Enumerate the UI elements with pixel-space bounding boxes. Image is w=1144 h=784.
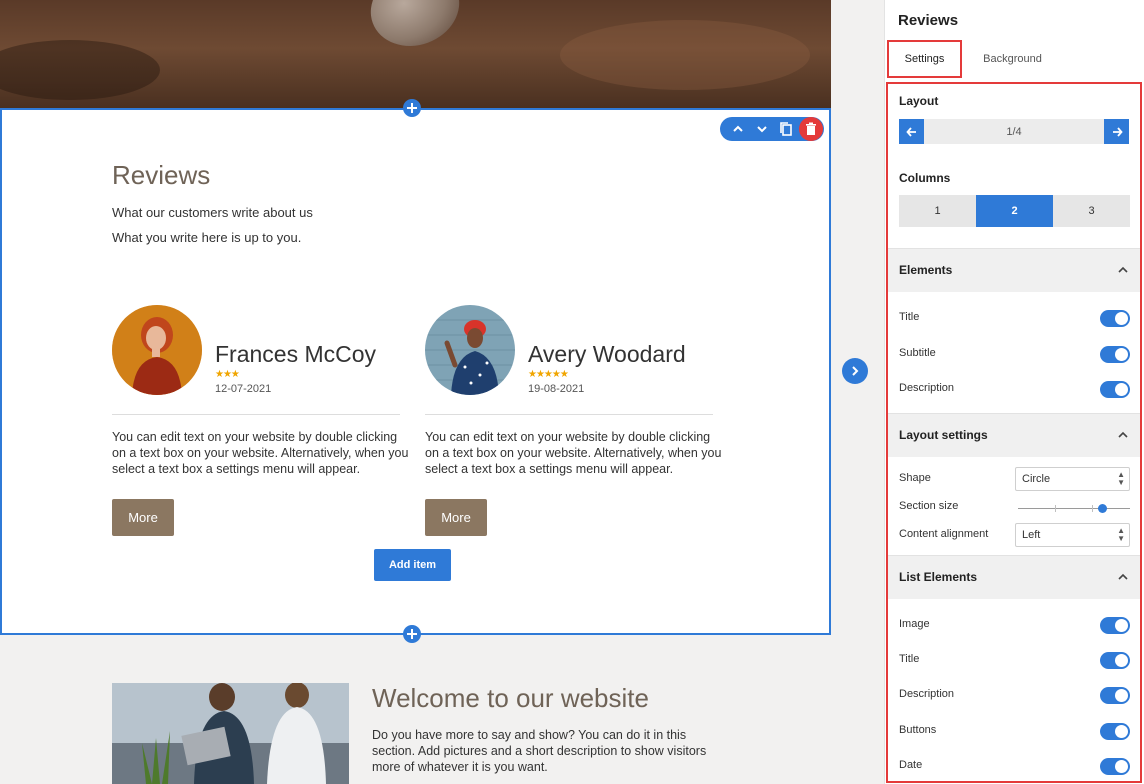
- panel-title: Reviews: [898, 12, 959, 29]
- plus-icon: [407, 103, 417, 113]
- toggle-label: Description: [899, 382, 955, 394]
- elements-label: Elements: [899, 263, 953, 277]
- list-title-toggle[interactable]: [1100, 652, 1130, 669]
- editor-canvas: Reviews What our customers write about u…: [0, 0, 831, 784]
- tab-settings[interactable]: Settings: [887, 40, 962, 78]
- elements-header[interactable]: Elements: [888, 248, 1140, 292]
- alignment-label: Content alignment: [899, 528, 989, 540]
- layout-pager: 1/4: [899, 119, 1129, 144]
- collapse-panel-button[interactable]: [842, 358, 868, 384]
- move-up-button[interactable]: [726, 117, 750, 141]
- arrow-left-icon: [905, 126, 916, 137]
- section-size-slider[interactable]: [1018, 503, 1130, 515]
- toggle-label: Date: [899, 759, 923, 771]
- welcome-image[interactable]: [112, 683, 349, 784]
- chevron-right-icon: [852, 366, 859, 376]
- delete-button[interactable]: [799, 117, 823, 141]
- chevron-down-icon: [757, 126, 767, 133]
- chevron-up-icon: [1118, 266, 1128, 273]
- review-text[interactable]: You can edit text on your website by dou…: [112, 429, 412, 477]
- chevron-up-icon: [1118, 573, 1128, 580]
- shape-select[interactable]: Circle ▲ ▼: [1015, 467, 1130, 491]
- date-toggle[interactable]: [1100, 758, 1130, 775]
- list-elements-label: List Elements: [899, 570, 978, 584]
- welcome-title[interactable]: Welcome to our website: [372, 683, 649, 714]
- section-size-label: Section size: [899, 500, 959, 512]
- shape-value: Circle: [1022, 473, 1051, 485]
- reviewer-avatar[interactable]: [112, 305, 202, 395]
- more-button[interactable]: More: [112, 499, 174, 536]
- reviewer-name[interactable]: Frances McCoy: [215, 341, 376, 368]
- columns-option-1[interactable]: 1: [899, 195, 976, 227]
- more-button[interactable]: More: [425, 499, 487, 536]
- hero-image: [0, 0, 831, 108]
- arrow-right-icon: [1112, 126, 1123, 137]
- layout-settings-label: Layout settings: [899, 428, 988, 442]
- toggle-label: Buttons: [899, 724, 937, 736]
- tab-background[interactable]: Background: [975, 40, 1050, 78]
- canvas-gutter: [831, 0, 884, 784]
- updown-icon: ▲ ▼: [1117, 470, 1125, 487]
- chevron-up-icon: [733, 125, 743, 132]
- toggle-label: Image: [899, 618, 930, 630]
- buttons-toggle[interactable]: [1100, 723, 1130, 740]
- add-section-below-button[interactable]: [403, 625, 421, 643]
- layout-settings-header[interactable]: Layout settings: [888, 413, 1140, 457]
- section-description[interactable]: What you write here is up to you.: [112, 230, 301, 245]
- welcome-text[interactable]: Do you have more to say and show? You ca…: [372, 727, 722, 775]
- list-description-toggle[interactable]: [1100, 687, 1130, 704]
- copy-icon: [780, 122, 792, 136]
- reviewer-avatar[interactable]: [425, 305, 515, 395]
- toggle-label: Description: [899, 688, 955, 700]
- review-date[interactable]: 12-07-2021: [215, 383, 271, 395]
- add-item-button[interactable]: Add item: [374, 549, 451, 581]
- plus-icon: [407, 629, 417, 639]
- subtitle-toggle[interactable]: [1100, 346, 1130, 363]
- list-elements-header[interactable]: List Elements: [888, 555, 1140, 599]
- section-subtitle[interactable]: What our customers write about us: [112, 205, 313, 220]
- add-section-above-button[interactable]: [403, 99, 421, 117]
- shape-label: Shape: [899, 472, 931, 484]
- divider: [425, 414, 713, 415]
- alignment-value: Left: [1022, 529, 1041, 541]
- layout-next-button[interactable]: [1104, 119, 1129, 144]
- columns-selector: 1 2 3: [899, 195, 1130, 227]
- title-toggle[interactable]: [1100, 310, 1130, 327]
- review-text[interactable]: You can edit text on your website by dou…: [425, 429, 725, 477]
- image-toggle[interactable]: [1100, 617, 1130, 634]
- star-rating: ★★★: [215, 369, 240, 380]
- toggle-label: Title: [899, 311, 920, 323]
- settings-panel: Reviews Settings Background Layout 1/4 C…: [884, 0, 1144, 784]
- layout-page-count: 1/4: [1006, 125, 1022, 138]
- star-rating: ★★★★★: [528, 369, 569, 380]
- divider: [112, 414, 400, 415]
- updown-icon: ▲ ▼: [1117, 526, 1125, 543]
- section-title[interactable]: Reviews: [112, 160, 210, 191]
- section-toolbar: [720, 117, 824, 141]
- trash-icon: [806, 122, 816, 135]
- settings-body: Layout 1/4 Columns 1 2 3 Elements Title …: [886, 82, 1142, 783]
- duplicate-button[interactable]: [774, 117, 798, 141]
- columns-option-2[interactable]: 2: [976, 195, 1053, 227]
- move-down-button[interactable]: [750, 117, 774, 141]
- toggle-label: Title: [899, 653, 920, 665]
- layout-label: Layout: [899, 94, 939, 108]
- chevron-up-icon: [1118, 431, 1128, 438]
- alignment-select[interactable]: Left ▲ ▼: [1015, 523, 1130, 547]
- columns-option-3[interactable]: 3: [1053, 195, 1130, 227]
- layout-prev-button[interactable]: [899, 119, 924, 144]
- review-date[interactable]: 19-08-2021: [528, 383, 584, 395]
- toggle-label: Subtitle: [899, 347, 936, 359]
- reviewer-name[interactable]: Avery Woodard: [528, 341, 686, 368]
- slider-handle[interactable]: [1098, 504, 1107, 513]
- description-toggle[interactable]: [1100, 381, 1130, 398]
- columns-label: Columns: [899, 171, 951, 185]
